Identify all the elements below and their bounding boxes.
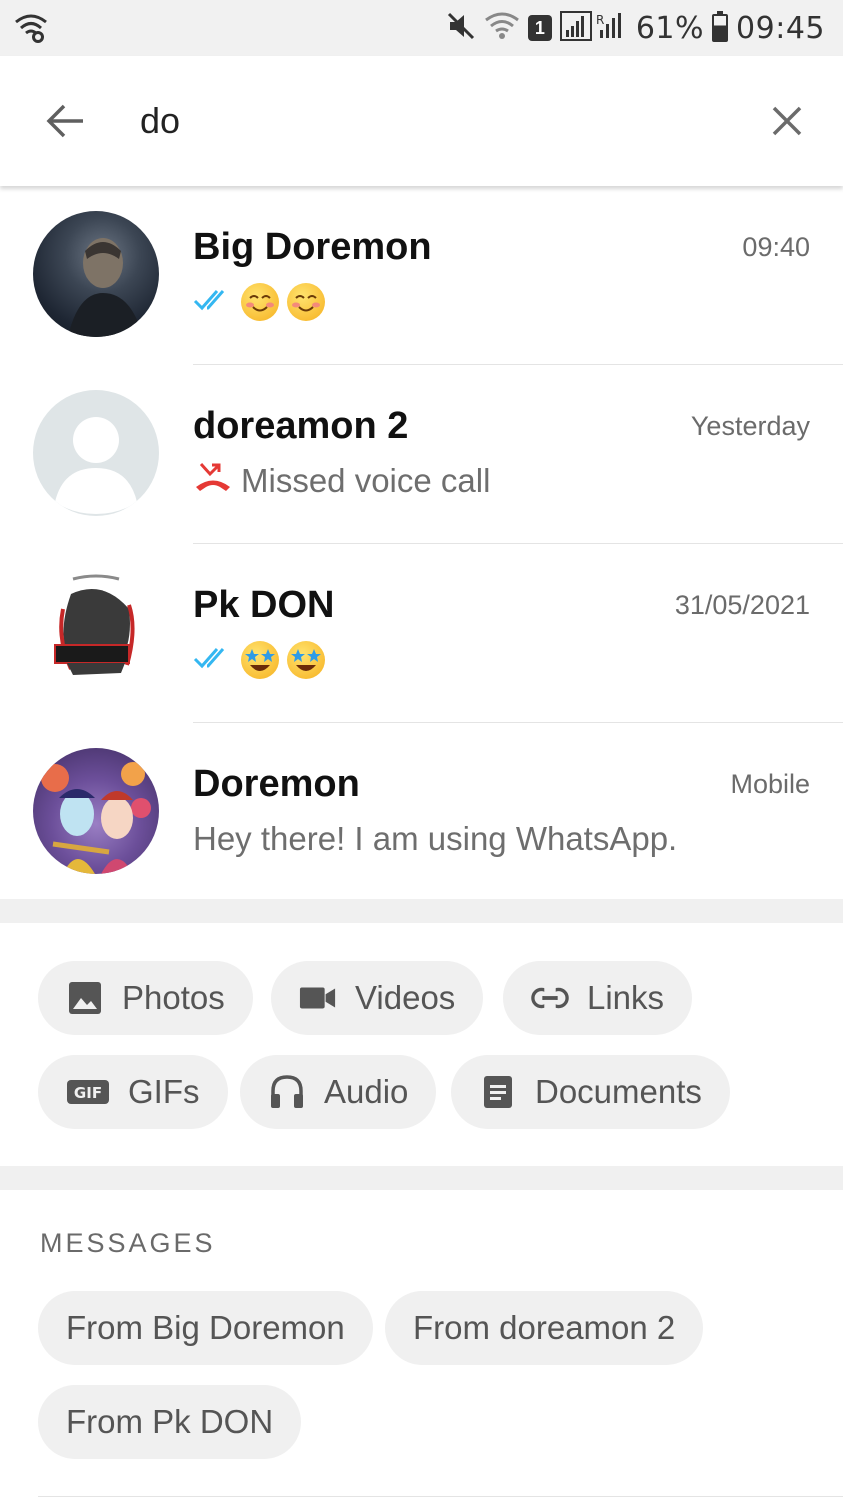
chat-time: Yesterday [690, 411, 810, 441]
section-separator [0, 1166, 843, 1190]
star-struck-icon [287, 641, 325, 679]
chip-label: From Big Doremon [66, 1309, 345, 1346]
section-separator [0, 899, 843, 923]
chat-time: Mobile [730, 769, 810, 799]
chat-preview: Hey there! I am using WhatsApp. [193, 817, 677, 861]
close-icon[interactable] [762, 96, 812, 146]
missed-call-icon [193, 460, 233, 502]
avatar[interactable] [33, 569, 159, 695]
chat-row[interactable]: Doremon Mobile Hey there! I am using Wha… [0, 723, 843, 902]
headphones-icon [268, 1073, 306, 1111]
gif-icon: GIF [66, 1073, 110, 1111]
chat-preview: Missed voice call [193, 459, 490, 503]
from-contact-chip[interactable]: From Big Doremon [38, 1291, 373, 1365]
star-struck-icon [241, 641, 279, 679]
video-icon [299, 979, 337, 1017]
battery-icon [712, 11, 729, 42]
smiling-face-icon [241, 283, 279, 321]
chip-label: From Pk DON [66, 1403, 274, 1440]
chat-time: 09:40 [742, 232, 810, 262]
chat-results: Big Doremon 09:40 doreamon 2 Yesterday M… [0, 186, 843, 902]
double-check-icon [193, 283, 233, 321]
double-check-icon [193, 641, 233, 679]
chat-preview [193, 280, 325, 324]
chip-label: GIFs [128, 1073, 200, 1110]
avatar[interactable] [33, 211, 159, 337]
chip-label: From doreamon 2 [413, 1309, 676, 1346]
divider [38, 1496, 843, 1497]
battery-percent: 61% [635, 10, 705, 46]
chat-name: Big Doremon [193, 226, 432, 268]
smiling-face-icon [287, 283, 325, 321]
preview-text: Missed voice call [241, 462, 491, 499]
filter-chip-audio[interactable]: Audio [240, 1055, 437, 1129]
chat-name: Doremon [193, 763, 360, 805]
search-input[interactable] [140, 94, 700, 148]
photo-icon [66, 979, 104, 1017]
arrow-left-icon[interactable] [40, 96, 90, 146]
document-icon [479, 1073, 517, 1111]
messages-section-title: MESSAGES [40, 1228, 216, 1258]
svg-text:R: R [596, 13, 604, 27]
chat-preview [193, 638, 325, 682]
filter-chip-videos[interactable]: Videos [271, 961, 484, 1035]
chat-name: doreamon 2 [193, 405, 409, 447]
status-bar: 1 R 61% 09:45 [0, 0, 843, 56]
link-icon [531, 979, 569, 1017]
signal-icon: R [559, 10, 628, 47]
preview-text: Hey there! I am using WhatsApp. [193, 820, 678, 857]
chip-label: Videos [355, 979, 456, 1016]
chip-label: Audio [324, 1073, 409, 1110]
wifi-icon [484, 11, 520, 46]
wifi-calling-icon [14, 12, 48, 49]
chat-name: Pk DON [193, 584, 335, 626]
filter-chip-links[interactable]: Links [503, 961, 693, 1035]
mute-icon [446, 11, 476, 46]
clock: 09:45 [736, 10, 825, 46]
avatar[interactable] [33, 748, 159, 874]
chip-label: Links [587, 979, 665, 1016]
chip-label: Photos [122, 979, 225, 1016]
filter-chip-documents[interactable]: Documents [451, 1055, 730, 1129]
sim-icon: 1 [527, 15, 552, 41]
svg-text:GIF: GIF [74, 1084, 102, 1102]
chat-row[interactable]: Pk DON 31/05/2021 [0, 544, 843, 723]
chat-row[interactable]: doreamon 2 Yesterday Missed voice call [0, 365, 843, 544]
chip-label: Documents [535, 1073, 702, 1110]
filter-chip-gifs[interactable]: GIF GIFs [38, 1055, 228, 1129]
chat-row[interactable]: Big Doremon 09:40 [0, 186, 843, 365]
chat-time: 31/05/2021 [674, 590, 810, 620]
from-contact-chip[interactable]: From doreamon 2 [385, 1291, 704, 1365]
search-header [0, 56, 843, 186]
default-contact-avatar[interactable] [33, 390, 159, 516]
from-contact-chip[interactable]: From Pk DON [38, 1385, 302, 1459]
filter-chip-photos[interactable]: Photos [38, 961, 253, 1035]
